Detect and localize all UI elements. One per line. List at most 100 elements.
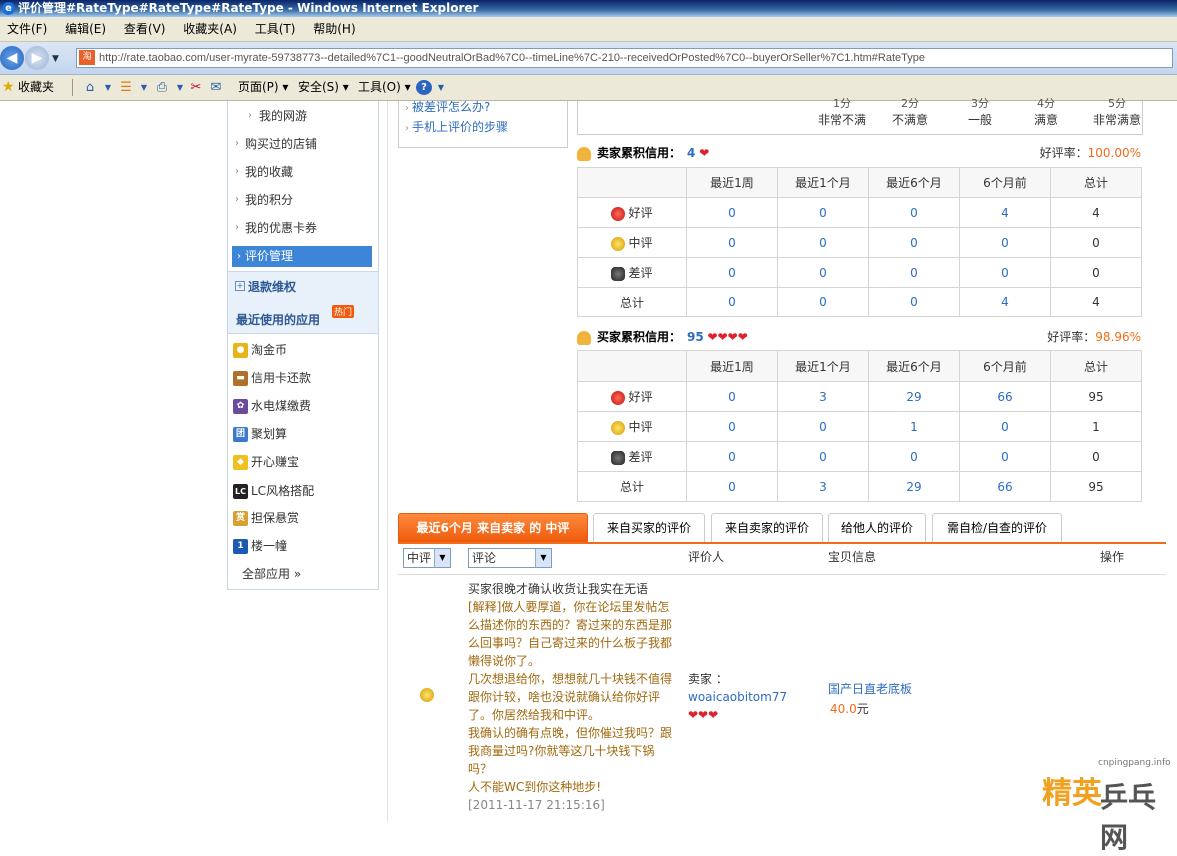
help-link-mobile-steps[interactable]: › 手机上评价的步骤	[405, 118, 508, 135]
app-kaixin[interactable]: ◆ 开心赚宝	[233, 452, 299, 472]
home-dropdown-icon[interactable]: ▼	[100, 80, 116, 95]
help-icon[interactable]: ?	[416, 80, 432, 95]
table-row: 中评 00101	[577, 411, 1142, 442]
chevron-down-icon[interactable]: ▼	[434, 549, 450, 567]
all-apps-link[interactable]: 全部应用 »	[242, 564, 301, 584]
page-menu[interactable]: 页面(P) ▾	[238, 75, 288, 100]
seller-credit-header: 卖家累积信用： 4 ❤	[577, 143, 709, 163]
red-flower-icon	[611, 206, 626, 221]
chevron-right-icon: ›	[235, 166, 239, 177]
item-name-link[interactable]: 国产日直老底板	[828, 679, 912, 699]
tab-self-check[interactable]: 需自检/自查的评价	[932, 513, 1062, 542]
menu-edit[interactable]: 编辑(E)	[58, 17, 113, 41]
favorites-star-icon[interactable]: ★	[2, 79, 15, 95]
expand-icon[interactable]: +	[235, 281, 245, 291]
rating-tabs: 最近6个月 来自卖家 的 中评 来自买家的评价 来自卖家的评价 给他人的评价 需…	[398, 512, 1166, 544]
group-buy-icon: 团	[233, 427, 248, 442]
address-toolbar: ◀ ▶ ▼ 淘 http://rate.taobao.com/user-myra…	[0, 42, 1177, 75]
comment-timestamp: [2011-11-17 21:15:16]	[468, 798, 605, 812]
sidebar-item-shops[interactable]: › 购买过的店铺	[228, 131, 378, 157]
item-info: 国产日直老底板 40.0元	[828, 679, 912, 719]
sidebar-item-favorites[interactable]: › 我的收藏	[228, 159, 378, 185]
sidebar-item-my-games[interactable]: › 我的网游	[228, 103, 378, 129]
sidebar-item-coupons[interactable]: › 我的优惠卡券	[228, 215, 378, 241]
col-action: 操作	[1100, 550, 1125, 564]
ie-icon: e	[2, 2, 15, 15]
sidebar-item-points[interactable]: › 我的积分	[228, 187, 378, 213]
table-row: 差评 00000	[577, 441, 1142, 472]
table-row: 中评 00000	[577, 227, 1142, 258]
app-credit-card[interactable]: ▬ 信用卡还款	[233, 368, 311, 388]
site-favicon-icon: 淘	[79, 50, 95, 65]
app-taojinbi[interactable]: ● 淘金币	[233, 340, 287, 360]
rater-name-link[interactable]: woaicaobitom77	[688, 688, 787, 706]
chevron-right-icon: ›	[405, 123, 409, 134]
item-price: 40.0	[830, 702, 857, 716]
home-icon[interactable]: ⌂	[82, 80, 98, 95]
table-row: 总计 0 3 29 66 95	[577, 471, 1142, 502]
comment-text: 买家很晚才确认收货让我实在无语	[468, 582, 649, 596]
favorites-button[interactable]: 收藏夹	[18, 75, 54, 100]
help-link-bad-rating[interactable]: › 被差评怎么办?	[405, 98, 490, 115]
menu-tools[interactable]: 工具(T)	[248, 17, 303, 41]
col-item: 宝贝信息	[828, 550, 877, 564]
window-title: 评价管理#RateType#RateType#RateType - Window…	[18, 1, 479, 15]
print-dropdown-icon[interactable]: ▼	[172, 80, 188, 95]
app-guarantee[interactable]: 赏担保悬赏	[233, 508, 299, 528]
seller-good-rate: 好评率：100.00%	[1039, 146, 1141, 160]
seller-credit-table: 最近1周 最近1个月 最近6个月 6个月前 总计 好评 00044 中评 000…	[577, 167, 1142, 317]
forward-button[interactable]: ▶	[25, 46, 49, 70]
tab-from-buyers[interactable]: 来自买家的评价	[593, 513, 705, 542]
app-utilities[interactable]: ✿ 水电煤缴费	[233, 396, 311, 416]
heart-icon: ❤❤❤❤	[707, 330, 748, 344]
app-lou[interactable]: 1 楼一幢	[233, 536, 287, 556]
rating-filter-select[interactable]: 中评 ▼	[403, 548, 451, 568]
comment-filter-select[interactable]: 评论 ▼	[468, 548, 552, 568]
chevron-right-icon: ›	[235, 194, 239, 205]
comment-body: 买家很晚才确认收货让我实在无语 [解释]做人要厚道，你在论坛里发帖怎么描述你的东…	[468, 580, 673, 814]
feeds-icon[interactable]: ☰	[118, 80, 134, 95]
safety-menu[interactable]: 安全(S) ▾	[298, 75, 349, 100]
watermark: cnpingpang.info 精英 乒乓网	[1042, 758, 1171, 854]
help-box: › 被差评怎么办? › 手机上评价的步骤	[398, 98, 568, 148]
table-row: 好评 00044	[577, 197, 1142, 228]
seller-person-icon	[577, 146, 591, 161]
menu-bar: 文件(F) 编辑(E) 查看(V) 收藏夹(A) 工具(T) 帮助(H)	[0, 17, 1177, 42]
tools-menu[interactable]: 工具(O) ▾	[358, 75, 411, 100]
utilities-icon: ✿	[233, 399, 248, 414]
number-one-icon: 1	[233, 539, 248, 554]
comment-explanation-more: 人不能WC到你这种地步!	[468, 780, 602, 794]
buyer-person-icon	[577, 330, 591, 345]
back-button[interactable]: ◀	[0, 46, 24, 70]
history-dropdown-icon[interactable]: ▼	[52, 54, 59, 64]
coin-icon: ●	[233, 343, 248, 358]
menu-file[interactable]: 文件(F)	[0, 17, 54, 41]
address-url[interactable]: http://rate.taobao.com/user-myrate-59738…	[99, 50, 925, 66]
comment-explanation-more: 几次想退给你，想想就几十块钱不值得跟你计较，啥也没说就确认给你好评了。你居然给我…	[468, 672, 673, 722]
gold-ingot-icon: ◆	[233, 455, 248, 470]
help-dropdown-icon[interactable]: ▼	[433, 80, 449, 95]
print-icon[interactable]: ⎙	[154, 80, 170, 95]
tab-from-sellers[interactable]: 来自卖家的评价	[711, 513, 823, 542]
menu-favorites[interactable]: 收藏夹(A)	[176, 17, 244, 41]
tab-recent-neutral[interactable]: 最近6个月 来自卖家 的 中评	[398, 513, 588, 542]
app-juhuasuan[interactable]: 团聚划算	[233, 424, 287, 444]
mail-icon[interactable]: ✉	[208, 80, 224, 95]
research-icon[interactable]: ✂	[188, 80, 204, 95]
yellow-flower-icon	[420, 688, 434, 702]
comment-explanation-more: 我确认的确有点晚，但你催过我吗？跟我商量过吗?你就等这几十块钱下锅吗？	[468, 726, 673, 776]
table-row: 差评 00000	[577, 257, 1142, 288]
withered-flower-icon	[611, 266, 626, 281]
hot-badge: 热门	[332, 305, 355, 318]
comment-explanation: [解释]做人要厚道，你在论坛里发帖怎么描述你的东西的？寄过来的东西是那么回事吗？…	[468, 600, 673, 668]
tab-given-to-others[interactable]: 给他人的评价	[828, 513, 926, 542]
menu-help[interactable]: 帮助(H)	[306, 17, 362, 41]
app-lc-style[interactable]: LC LC风格搭配	[233, 481, 314, 501]
address-input[interactable]: 淘 http://rate.taobao.com/user-myrate-597…	[76, 48, 1173, 68]
chevron-down-icon[interactable]: ▼	[535, 549, 551, 567]
sidebar-section-refund[interactable]: + 退款维权	[228, 271, 378, 304]
feeds-dropdown-icon[interactable]: ▼	[136, 80, 152, 95]
sidebar-item-rate-management[interactable]: › 评价管理	[232, 246, 372, 267]
price-unit: 元	[856, 702, 869, 716]
menu-view[interactable]: 查看(V)	[117, 17, 173, 41]
